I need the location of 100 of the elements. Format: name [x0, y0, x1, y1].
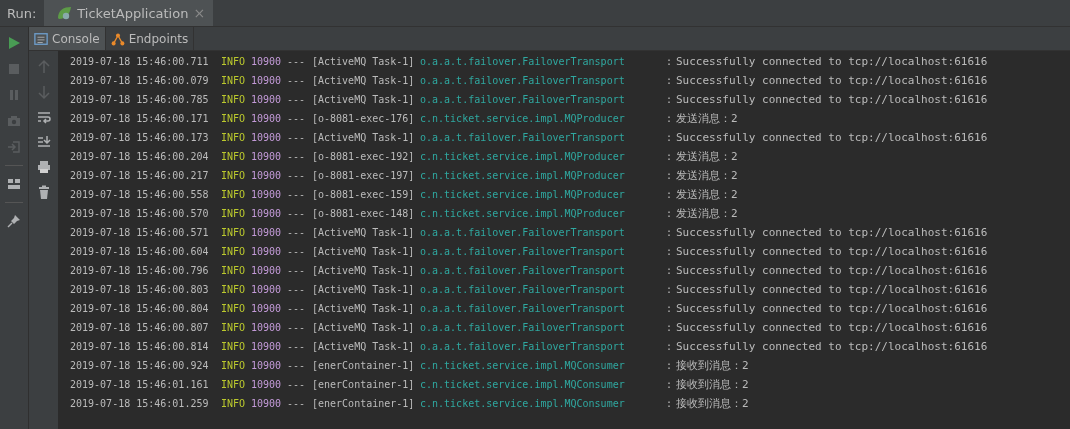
- log-message: 发送消息：2: [676, 206, 738, 221]
- thread-name: [o-8081-exec-192]: [312, 151, 416, 162]
- thread-name: [ActiveMQ Task-1]: [312, 284, 416, 295]
- colon: :: [666, 265, 674, 276]
- thread-name: [ActiveMQ Task-1]: [312, 265, 416, 276]
- separator: ---: [287, 322, 307, 333]
- log-level: INFO: [221, 189, 247, 200]
- process-id: 10900: [251, 341, 283, 352]
- separator: ---: [287, 379, 307, 390]
- log-message: 发送消息：2: [676, 168, 738, 183]
- console-tab[interactable]: Console: [29, 27, 106, 50]
- colon: :: [666, 246, 674, 257]
- log-level: INFO: [221, 75, 247, 86]
- scroll-end-icon[interactable]: [35, 134, 52, 150]
- nodes-icon: [110, 31, 125, 46]
- colon: :: [666, 189, 674, 200]
- timestamp: 2019-07-18 15:46:00.803: [70, 284, 210, 295]
- log-message: Successfully connected to tcp://localhost:61616: [676, 131, 988, 144]
- console-tab[interactable]: Endpoints: [105, 27, 195, 50]
- timestamp: 2019-07-18 15:46:00.079: [70, 75, 210, 86]
- timestamp: 2019-07-18 15:46:00.204: [70, 151, 210, 162]
- log-message: Successfully connected to tcp://localhost:61616: [676, 93, 988, 106]
- log-message: Successfully connected to tcp://localhost:61616: [676, 340, 988, 353]
- thread-name: [enerContainer-1]: [312, 379, 416, 390]
- process-id: 10900: [251, 189, 283, 200]
- log-message: 接收到消息：2: [676, 396, 749, 411]
- layout-icon[interactable]: [6, 176, 22, 192]
- colon: :: [666, 56, 674, 67]
- colon: :: [666, 151, 674, 162]
- run-tab[interactable]: TicketApplication ×: [44, 0, 214, 26]
- timestamp: 2019-07-18 15:46:00.814: [70, 341, 210, 352]
- timestamp: 2019-07-18 15:46:00.711: [70, 56, 210, 67]
- thread-name: [ActiveMQ Task-1]: [312, 132, 416, 143]
- timestamp: 2019-07-18 15:46:00.558: [70, 189, 210, 200]
- close-icon[interactable]: ×: [193, 5, 206, 21]
- log-level: INFO: [221, 170, 247, 181]
- process-id: 10900: [251, 379, 283, 390]
- log-message: Successfully connected to tcp://localhost:61616: [676, 245, 988, 258]
- timestamp: 2019-07-18 15:46:00.604: [70, 246, 210, 257]
- separator: ---: [287, 170, 307, 181]
- logger-name: o.a.a.t.failover.FailoverTransport: [420, 56, 626, 67]
- log-level: INFO: [221, 151, 247, 162]
- log-level: INFO: [221, 132, 247, 143]
- separator: ---: [287, 265, 307, 276]
- log-message: Successfully connected to tcp://localhost:61616: [676, 226, 988, 239]
- process-id: 10900: [251, 94, 283, 105]
- timestamp: 2019-07-18 15:46:01.161: [70, 379, 210, 390]
- colon: :: [666, 75, 674, 86]
- log-message: Successfully connected to tcp://localhost:61616: [676, 264, 988, 277]
- logger-name: c.n.ticket.service.impl.MQConsumer: [420, 398, 626, 409]
- separator: ---: [287, 303, 307, 314]
- print-icon[interactable]: [35, 159, 52, 175]
- colon: :: [666, 360, 674, 371]
- logger-name: c.n.ticket.service.impl.MQProducer: [420, 170, 626, 181]
- logger-name: c.n.ticket.service.impl.MQProducer: [420, 189, 626, 200]
- log-level: INFO: [221, 208, 247, 219]
- logger-name: c.n.ticket.service.impl.MQProducer: [420, 113, 626, 124]
- stop-icon[interactable]: [6, 61, 22, 77]
- process-id: 10900: [251, 360, 283, 371]
- timestamp: 2019-07-18 15:46:00.217: [70, 170, 210, 181]
- colon: :: [666, 341, 674, 352]
- separator: ---: [287, 94, 307, 105]
- log-level: INFO: [221, 303, 247, 314]
- colon: :: [666, 170, 674, 181]
- log-level: INFO: [221, 227, 247, 238]
- camera-icon[interactable]: [6, 113, 22, 129]
- down-arrow-icon[interactable]: [35, 84, 52, 100]
- log-level: INFO: [221, 398, 247, 409]
- logger-name: o.a.a.t.failover.FailoverTransport: [420, 246, 626, 257]
- timestamp: 2019-07-18 15:46:00.804: [70, 303, 210, 314]
- separator: ---: [287, 341, 307, 352]
- process-id: 10900: [251, 303, 283, 314]
- process-id: 10900: [251, 284, 283, 295]
- timestamp: 2019-07-18 15:46:00.785: [70, 94, 210, 105]
- pin-icon[interactable]: [6, 213, 22, 229]
- process-id: 10900: [251, 227, 283, 238]
- process-id: 10900: [251, 246, 283, 257]
- process-id: 10900: [251, 170, 283, 181]
- separator: ---: [287, 56, 307, 67]
- thread-name: [ActiveMQ Task-1]: [312, 94, 416, 105]
- log-level: INFO: [221, 379, 247, 390]
- login-icon[interactable]: [6, 139, 22, 155]
- separator: ---: [287, 360, 307, 371]
- separator: ---: [287, 246, 307, 257]
- logger-name: o.a.a.t.failover.FailoverTransport: [420, 322, 626, 333]
- thread-name: [ActiveMQ Task-1]: [312, 341, 416, 352]
- separator: ---: [287, 208, 307, 219]
- thread-name: [enerContainer-1]: [312, 398, 416, 409]
- process-id: 10900: [251, 132, 283, 143]
- log-message: Successfully connected to tcp://localhost:61616: [676, 283, 988, 296]
- run-icon[interactable]: [6, 35, 22, 51]
- thread-name: [ActiveMQ Task-1]: [312, 56, 416, 67]
- wrap-icon[interactable]: [35, 109, 52, 125]
- log-message: Successfully connected to tcp://localhost:61616: [676, 55, 988, 68]
- timestamp: 2019-07-18 15:46:00.571: [70, 227, 210, 238]
- process-id: 10900: [251, 208, 283, 219]
- log-message: Successfully connected to tcp://localhost:61616: [676, 321, 988, 334]
- colon: :: [666, 398, 674, 409]
- colon: :: [666, 284, 674, 295]
- log-level: INFO: [221, 341, 247, 352]
